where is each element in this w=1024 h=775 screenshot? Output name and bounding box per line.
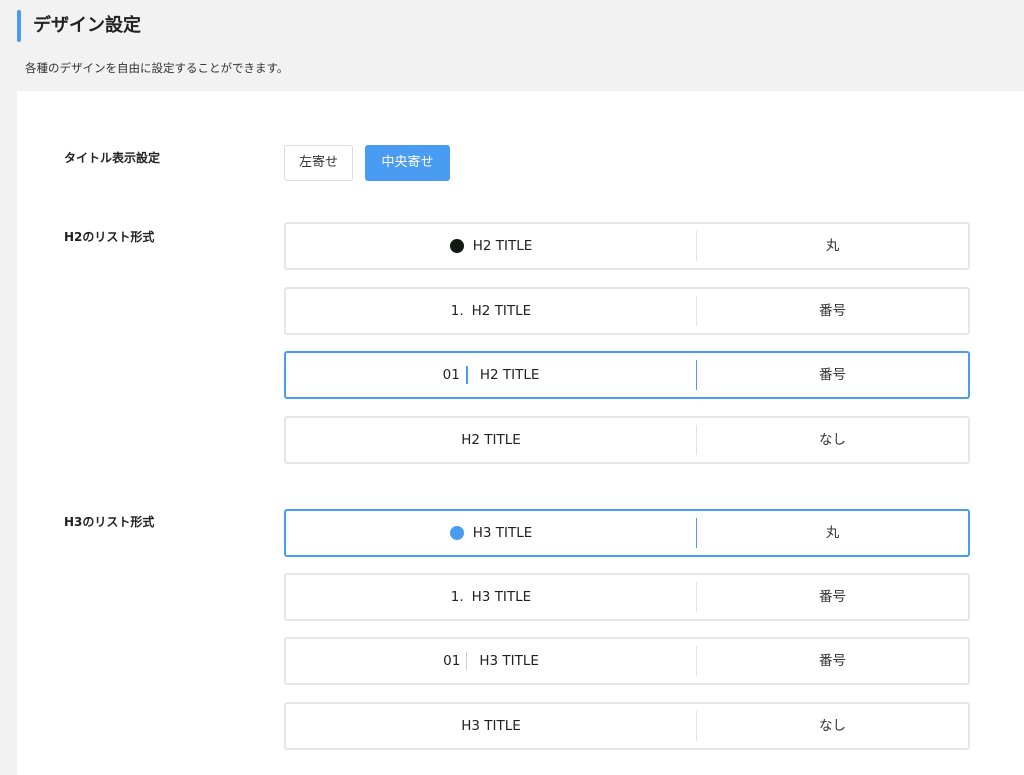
page-title: デザイン設定	[33, 15, 141, 36]
h2-option-number-bar[interactable]: 01 H2 TITLE 番号	[284, 351, 970, 399]
h2-option-preview: 01 H2 TITLE	[286, 353, 696, 397]
number-prefix: 1.	[450, 303, 464, 319]
number-bar-prefix: 01	[443, 366, 480, 384]
h2-option-title: H2 TITLE	[461, 432, 521, 448]
h3-option-type: 番号	[819, 653, 846, 669]
number-prefix: 01	[443, 653, 461, 669]
h3-option-number-bar[interactable]: 01 H3 TITLE 番号	[284, 637, 970, 685]
number-bar-prefix: 01	[443, 652, 479, 670]
title-accent-bar	[17, 10, 21, 42]
h2-option-dot[interactable]: H2 TITLE 丸	[284, 222, 970, 270]
h2-option-preview: 1. H2 TITLE	[286, 289, 696, 333]
h3-option-title: H3 TITLE	[479, 653, 539, 669]
h3-option-preview: 1. H3 TITLE	[286, 575, 696, 619]
h2-option-preview: H2 TITLE	[286, 418, 696, 462]
title-display-label: タイトル表示設定	[64, 151, 161, 165]
h2-option-type: 丸	[825, 238, 840, 254]
vertical-bar-icon	[466, 652, 468, 670]
h3-list-style-label: H3のリスト形式	[64, 515, 155, 529]
number-prefix: 01	[442, 367, 460, 383]
circle-bullet-icon	[449, 239, 464, 253]
h3-option-none[interactable]: H3 TITLE なし	[284, 702, 970, 750]
number-prefix: 1.	[450, 589, 464, 605]
h2-option-none[interactable]: H2 TITLE なし	[284, 416, 970, 464]
h2-option-type: 番号	[819, 303, 846, 319]
h2-option-title: H2 TITLE	[479, 367, 540, 383]
h2-option-type: なし	[819, 432, 846, 448]
align-left-button[interactable]: 左寄せ	[284, 145, 353, 181]
h3-option-type: 番号	[819, 589, 846, 605]
circle-bullet-icon	[449, 526, 464, 540]
h2-option-type: 番号	[819, 367, 846, 383]
h3-option-preview: H3 TITLE	[286, 704, 696, 748]
page-description: 各種のデザインを自由に設定することができます。	[25, 61, 289, 75]
align-center-button[interactable]: 中央寄せ	[365, 145, 450, 181]
h3-option-dot[interactable]: H3 TITLE 丸	[284, 509, 970, 557]
h3-option-title: H3 TITLE	[471, 589, 532, 605]
h3-option-title: H3 TITLE	[461, 718, 521, 734]
h3-option-type: 丸	[825, 525, 840, 541]
h3-option-type: なし	[819, 718, 846, 734]
h2-option-title: H2 TITLE	[471, 303, 532, 319]
vertical-bar-icon	[465, 366, 468, 384]
page-header: デザイン設定 各種のデザインを自由に設定することができます。	[0, 0, 1024, 90]
h2-list-style-label: H2のリスト形式	[64, 230, 155, 244]
h2-option-number[interactable]: 1. H2 TITLE 番号	[284, 287, 970, 335]
h3-option-preview: H3 TITLE	[286, 511, 696, 555]
h2-option-title: H2 TITLE	[472, 238, 533, 254]
h2-option-preview: H2 TITLE	[286, 224, 696, 268]
h3-option-title: H3 TITLE	[472, 525, 533, 541]
h3-option-preview: 01 H3 TITLE	[286, 639, 696, 683]
h3-option-number[interactable]: 1. H3 TITLE 番号	[284, 573, 970, 621]
